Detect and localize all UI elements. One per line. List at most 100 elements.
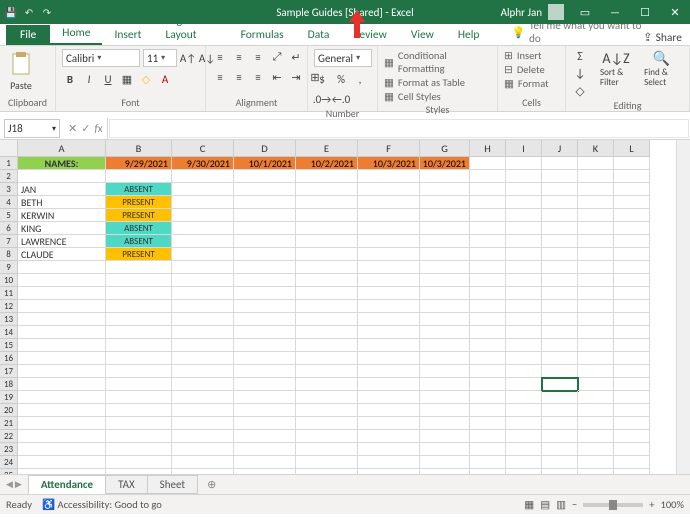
cell-H6[interactable]	[470, 222, 506, 235]
row-header-3[interactable]: 3	[0, 183, 17, 196]
cell-B5[interactable]: PRESENT	[106, 209, 172, 222]
cell-B9[interactable]	[106, 261, 172, 274]
cell-D25[interactable]	[234, 469, 296, 474]
cell-D9[interactable]	[234, 261, 296, 274]
cell-F21[interactable]	[358, 417, 420, 430]
cell-J16[interactable]	[542, 352, 578, 365]
cell-A23[interactable]	[18, 443, 106, 456]
cell-D23[interactable]	[234, 443, 296, 456]
cell-F25[interactable]	[358, 469, 420, 474]
cell-D7[interactable]	[234, 235, 296, 248]
row-header-13[interactable]: 13	[0, 313, 17, 326]
row-headers[interactable]: 1234567891011121314151617181920212223242…	[0, 157, 18, 474]
row-header-11[interactable]: 11	[0, 287, 17, 300]
cell-H1[interactable]	[470, 157, 506, 170]
cell-L1[interactable]	[614, 157, 650, 170]
cell-D19[interactable]	[234, 391, 296, 404]
cell-E2[interactable]	[296, 170, 358, 183]
cell-H7[interactable]	[470, 235, 506, 248]
sheet-tab-attendance[interactable]: Attendance	[28, 475, 106, 494]
cell-L6[interactable]	[614, 222, 650, 235]
cell-J7[interactable]	[542, 235, 578, 248]
cell-E10[interactable]	[296, 274, 358, 287]
cell-I20[interactable]	[506, 404, 542, 417]
tab-home[interactable]: Home	[50, 23, 102, 45]
cell-C3[interactable]	[172, 183, 234, 196]
col-header-C[interactable]: C	[172, 140, 234, 156]
cell-J4[interactable]	[542, 196, 578, 209]
cell-C13[interactable]	[172, 313, 234, 326]
cell-L22[interactable]	[614, 430, 650, 443]
cell-I14[interactable]	[506, 326, 542, 339]
cell-A14[interactable]	[18, 326, 106, 339]
cell-F18[interactable]	[358, 378, 420, 391]
cell-F4[interactable]	[358, 196, 420, 209]
cell-D18[interactable]	[234, 378, 296, 391]
cell-A5[interactable]: KERWIN	[18, 209, 106, 222]
cell-G2[interactable]	[420, 170, 470, 183]
delete-cells[interactable]: ⊟Delete	[504, 63, 545, 76]
cell-E25[interactable]	[296, 469, 358, 474]
cell-D4[interactable]	[234, 196, 296, 209]
cell-B21[interactable]	[106, 417, 172, 430]
cell-L13[interactable]	[614, 313, 650, 326]
col-header-F[interactable]: F	[358, 140, 420, 156]
cell-B7[interactable]: ABSENT	[106, 235, 172, 248]
cell-F15[interactable]	[358, 339, 420, 352]
cell-E9[interactable]	[296, 261, 358, 274]
cell-I21[interactable]	[506, 417, 542, 430]
cell-B17[interactable]	[106, 365, 172, 378]
cell-A2[interactable]	[18, 170, 106, 183]
font-name[interactable]: Calibri▾	[62, 49, 140, 67]
cell-K13[interactable]	[578, 313, 614, 326]
undo-icon[interactable]: ↶	[22, 5, 36, 19]
cell-A16[interactable]	[18, 352, 106, 365]
align-left-icon[interactable]: ≡	[212, 69, 228, 85]
cell-A11[interactable]	[18, 287, 106, 300]
cell-styles[interactable]: ▦Cell Styles	[384, 90, 441, 103]
row-header-2[interactable]: 2	[0, 170, 17, 183]
cell-H15[interactable]	[470, 339, 506, 352]
cell-D5[interactable]	[234, 209, 296, 222]
sheet-tab-tax[interactable]: TAX	[105, 475, 148, 494]
cell-K22[interactable]	[578, 430, 614, 443]
cell-C25[interactable]	[172, 469, 234, 474]
cell-B20[interactable]	[106, 404, 172, 417]
align-right-icon[interactable]: ≡	[250, 69, 266, 85]
cell-L8[interactable]	[614, 248, 650, 261]
row-header-14[interactable]: 14	[0, 326, 17, 339]
underline-icon[interactable]: U	[100, 71, 116, 87]
cell-B18[interactable]	[106, 378, 172, 391]
cell-J24[interactable]	[542, 456, 578, 469]
cell-K9[interactable]	[578, 261, 614, 274]
cell-I19[interactable]	[506, 391, 542, 404]
cell-G5[interactable]	[420, 209, 470, 222]
cell-L25[interactable]	[614, 469, 650, 474]
cell-H10[interactable]	[470, 274, 506, 287]
cell-L10[interactable]	[614, 274, 650, 287]
cell-D1[interactable]: 10/1/2021	[234, 157, 296, 170]
cell-L17[interactable]	[614, 365, 650, 378]
cell-L7[interactable]	[614, 235, 650, 248]
cell-A6[interactable]: KING	[18, 222, 106, 235]
cell-K2[interactable]	[578, 170, 614, 183]
cell-C17[interactable]	[172, 365, 234, 378]
cancel-formula-icon[interactable]: ✕	[68, 122, 77, 135]
cell-E22[interactable]	[296, 430, 358, 443]
fx-icon[interactable]: fx	[94, 122, 102, 135]
cell-J17[interactable]	[542, 365, 578, 378]
cell-F10[interactable]	[358, 274, 420, 287]
currency-icon[interactable]: $	[314, 71, 330, 87]
cell-E20[interactable]	[296, 404, 358, 417]
cell-G6[interactable]	[420, 222, 470, 235]
cell-E5[interactable]	[296, 209, 358, 222]
close-button[interactable]: ✕	[660, 0, 690, 24]
cell-C9[interactable]	[172, 261, 234, 274]
cell-B12[interactable]	[106, 300, 172, 313]
cell-A15[interactable]	[18, 339, 106, 352]
tab-file[interactable]: File	[6, 25, 50, 45]
cell-F6[interactable]	[358, 222, 420, 235]
cell-F13[interactable]	[358, 313, 420, 326]
col-header-I[interactable]: I	[506, 140, 542, 156]
cell-L3[interactable]	[614, 183, 650, 196]
